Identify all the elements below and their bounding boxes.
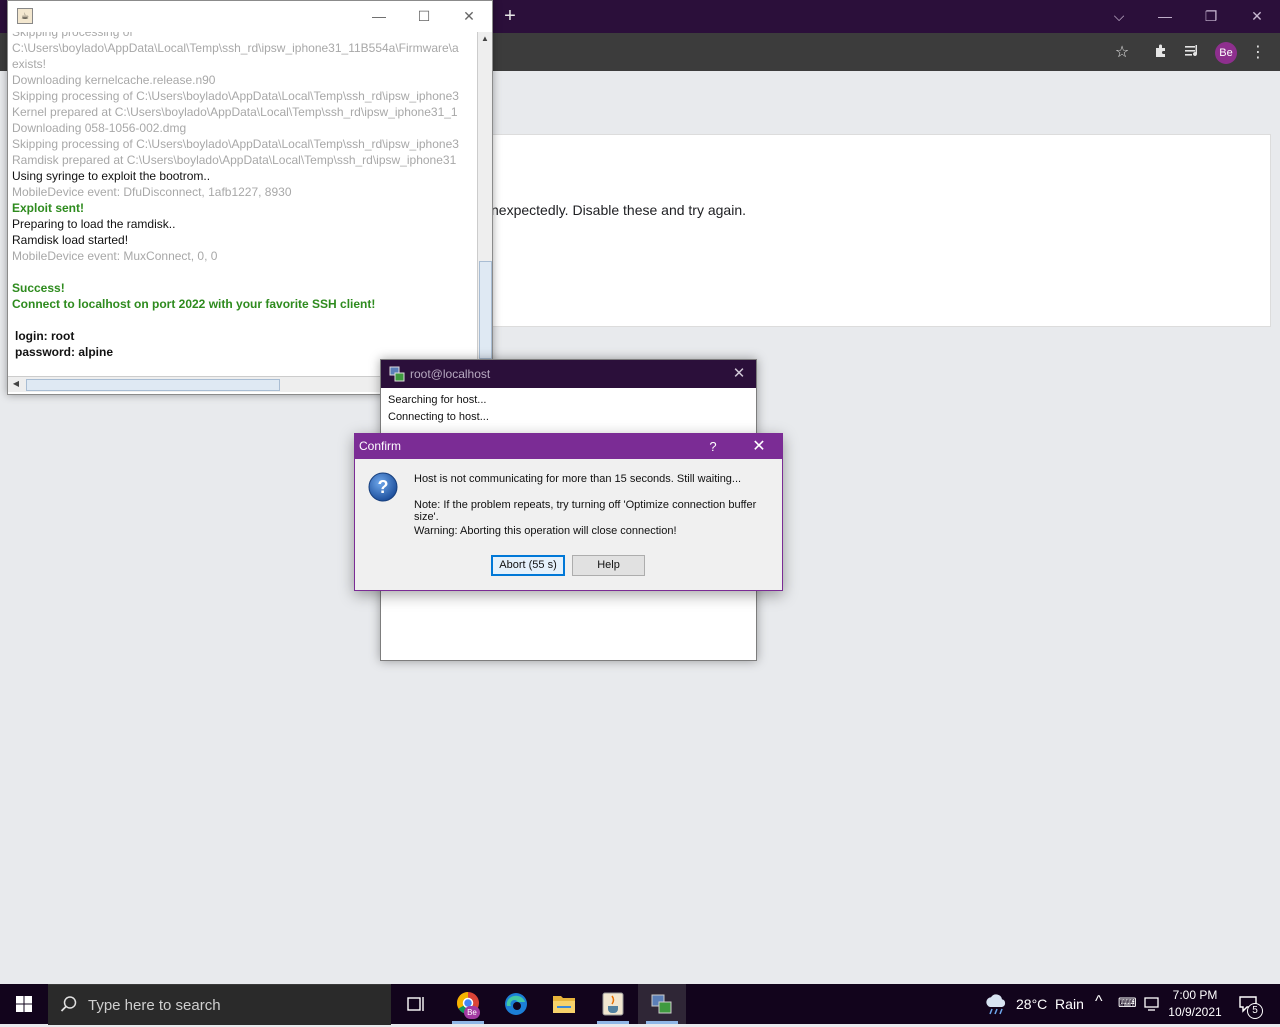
restore-icon[interactable]: ❐ [1200,6,1222,26]
vertical-scrollbar[interactable]: ▲ [477,32,492,361]
dialog-warning: Warning: Aborting this operation will cl… [414,525,677,537]
profile-avatar[interactable]: Be [1215,42,1237,64]
java-icon [602,992,624,1016]
notification-count-badge: 5 [1247,1003,1263,1019]
abort-button[interactable]: Abort (55 s) [491,555,565,576]
log-line: Skipping processing of C:\Users\boylado\… [12,89,459,103]
minimize-icon[interactable]: — [1154,6,1176,26]
start-button[interactable] [0,984,48,1024]
taskbar-search[interactable]: Type here to search [48,984,391,1025]
clock-time: 7:00 PM [1172,988,1218,1002]
scroll-thumb[interactable] [479,261,492,359]
dialog-message: Host is not communicating for more than … [414,473,742,485]
log-line: C:\Users\boylado\AppData\Local\Temp\ssh_… [12,41,459,55]
java-console-titlebar: ☕ — ☐ ✕ [8,1,492,31]
status-line: Connecting to host... [388,411,489,423]
close-icon[interactable]: ✕ [458,6,480,26]
media-control-icon[interactable] [1183,43,1203,63]
ssh-titlebar: root@localhost ✕ [381,360,756,388]
taskbar-chrome[interactable]: Be [444,984,492,1024]
input-method-icon[interactable]: ⌨ [1118,995,1137,1011]
maximize-icon[interactable]: ☐ [413,6,435,26]
svg-text:?: ? [378,477,389,497]
search-placeholder: Type here to search [88,997,221,1014]
close-icon[interactable]: ✕ [1246,6,1268,26]
close-icon[interactable]: ✕ [729,364,749,384]
taskbar: Type here to search Be 28°C Rain ^ ⌨ 7:0… [0,984,1280,1025]
log-line: login: root [15,329,75,343]
taskbar-file-explorer[interactable] [540,984,588,1024]
log-line: password: alpine [15,345,114,359]
log-line: Skipping processing of [12,32,133,39]
log-line: Skipping processing of C:\Users\boylado\… [12,137,459,151]
error-message: nexpectedly. Disable these and try again… [491,202,747,218]
clock-date: 10/9/2021 [1168,1005,1222,1019]
bookmark-star-icon[interactable]: ☆ [1112,43,1132,63]
extensions-icon[interactable] [1151,43,1171,63]
show-hidden-icons-icon[interactable]: ^ [1095,993,1103,1011]
weather-text[interactable]: 28°C Rain [1016,996,1084,1012]
java-console-window: ☕ — ☐ ✕ Skipping processing of C:\Users\b… [7,0,493,395]
status-line: Searching for host... [388,394,487,406]
tab-search-icon[interactable]: ⌵ [1108,6,1130,26]
task-view-button[interactable] [392,984,440,1024]
confirm-dialog: Confirm ? ✕ ? Host is not communicating … [354,433,783,591]
search-icon [60,995,78,1016]
system-clock[interactable]: 7:00 PM 10/9/2021 [1165,987,1225,1021]
chrome-profile-badge: Be [464,1006,480,1019]
taskbar-java[interactable] [589,984,637,1024]
log-line: MobileDevice event: DfuDisconnect, 1afb1… [12,185,292,199]
scroll-up-icon[interactable]: ▲ [479,33,491,45]
log-line: Kernel prepared at C:\Users\boylado\AppD… [12,105,458,119]
question-icon: ? [368,472,398,502]
log-line: Preparing to load the ramdisk.. [12,217,176,231]
log-line: Downloading 058-1056-002.dmg [12,121,187,135]
confirm-titlebar: Confirm ? ✕ [355,434,782,459]
log-line: Connect to localhost on port 2022 with y… [12,297,376,311]
log-line: Using syringe to exploit the bootrom.. [12,169,211,183]
taskbar-ssh-client[interactable] [638,984,686,1024]
java-app-icon: ☕ [17,8,33,24]
log-line: Exploit sent! [12,201,85,215]
new-tab-button[interactable]: + [500,6,520,26]
taskbar-edge[interactable] [492,984,540,1024]
help-icon[interactable]: ? [703,437,723,457]
ssh-client-icon [389,366,405,382]
ssh-window-title: root@localhost [410,367,491,381]
network-icon[interactable] [1143,995,1161,1016]
log-line: Downloading kernelcache.release.n90 [12,73,216,87]
ssh-client-icon [651,994,672,1014]
log-line: Success! [12,281,65,295]
log-line: Ramdisk prepared at C:\Users\boylado\App… [12,153,457,167]
help-button[interactable]: Help [572,555,645,576]
edge-icon [505,993,527,1015]
error-card: nexpectedly. Disable these and try again… [490,134,1271,327]
folder-icon [553,996,575,1013]
notification-center-icon[interactable]: 5 [1238,994,1263,1019]
more-menu-icon[interactable]: ⋮ [1248,43,1268,63]
log-line: exists! [12,57,47,71]
minimize-icon[interactable]: — [368,6,390,26]
windows-logo-icon [16,996,32,1012]
log-line: MobileDevice event: MuxConnect, 0, 0 [12,249,218,263]
dialog-title: Confirm [359,439,402,453]
weather-rain-icon[interactable] [984,994,1008,1019]
dialog-note: Note: If the problem repeats, try turnin… [414,499,757,523]
ssh-status-log: Searching for host... Connecting to host… [388,392,489,426]
task-view-icon [407,997,424,1011]
scroll-thumb[interactable] [26,379,280,391]
console-log: Skipping processing of C:\Users\boylado\A… [12,32,476,376]
scroll-left-icon[interactable]: ◀ [10,378,22,390]
close-icon[interactable]: ✕ [748,436,770,458]
log-line: Ramdisk load started! [12,233,129,247]
